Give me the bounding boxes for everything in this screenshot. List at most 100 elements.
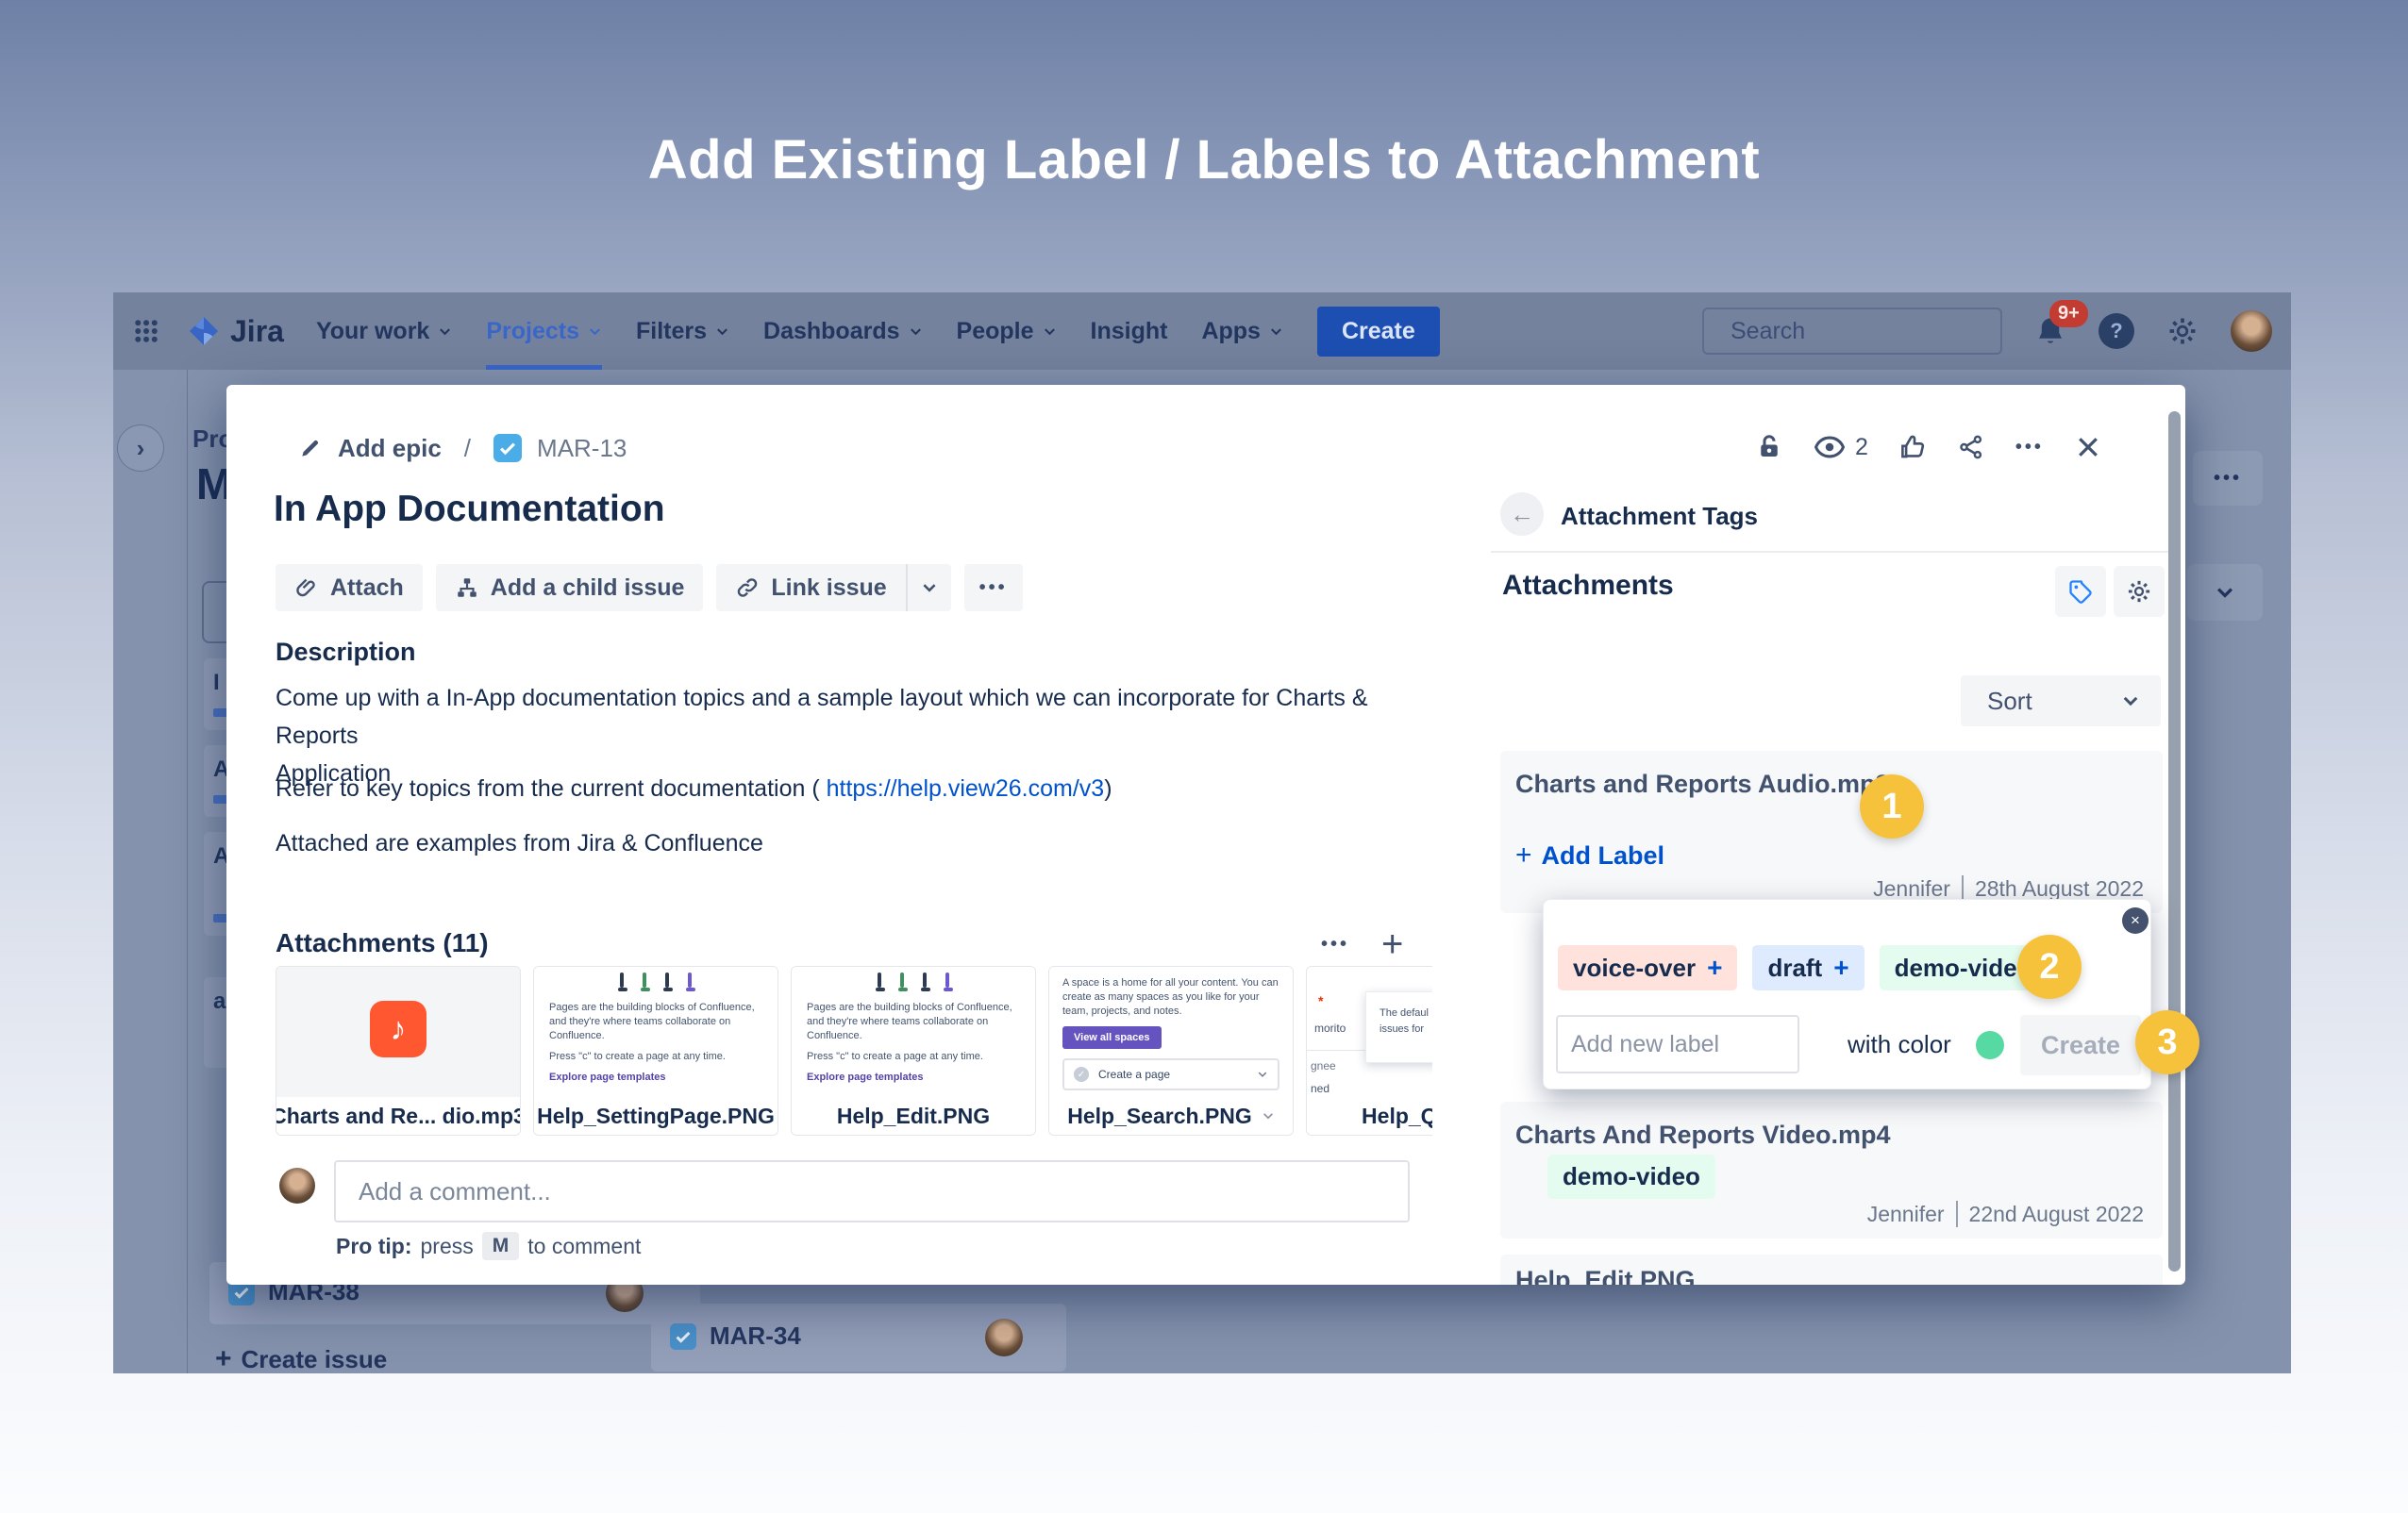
description-paragraph-3: Attached are examples from Jira & Conflu…: [276, 824, 763, 862]
issue-type-icon: [493, 434, 522, 462]
thumbnail-link: Explore page templates: [792, 1062, 1035, 1083]
link-issue-button[interactable]: Link issue: [716, 564, 905, 611]
nav-item-projects[interactable]: Projects: [486, 292, 602, 370]
page-title: Add Existing Label / Labels to Attachmen…: [0, 128, 2408, 191]
create-button[interactable]: Create: [1317, 307, 1440, 357]
lock-icon: [1755, 433, 1783, 461]
nav-item-insight[interactable]: Insight: [1091, 292, 1168, 370]
attachment-filename: Charts And Reports Video.mp4: [1515, 1121, 1891, 1150]
chevron-down-icon: [909, 324, 923, 339]
new-label-input[interactable]: [1556, 1015, 1799, 1073]
issue-modal: Add epic / MAR-13 2 •••: [226, 385, 2185, 1285]
link-issue-dropdown-button[interactable]: [906, 564, 951, 611]
sort-button[interactable]: Sort: [1961, 675, 2161, 726]
nav-item-label: Your work: [316, 318, 429, 345]
create-page-label: Create a page: [1098, 1068, 1170, 1081]
modal-header-actions: 2 •••: [1755, 424, 2102, 470]
attachment-thumbnail-edit[interactable]: Pages are the building blocks of Conflue…: [791, 966, 1036, 1136]
attach-button[interactable]: Attach: [276, 564, 423, 611]
nav-item-label: Insight: [1091, 318, 1168, 345]
app-switcher-icon[interactable]: [132, 317, 160, 345]
nav-item-filters[interactable]: Filters: [636, 292, 729, 370]
description-text: ): [1104, 775, 1112, 802]
panel-back-button[interactable]: ←: [1500, 492, 1544, 536]
attachment-card-audio: Charts and Reports Audio.mp3 + Add Label…: [1500, 751, 2163, 913]
table-cell-text: ned: [1311, 1082, 1329, 1095]
more-button[interactable]: •••: [964, 564, 1023, 611]
label-text: demo-video: [1563, 1162, 1700, 1191]
close-modal-button[interactable]: [2074, 433, 2102, 461]
help-button[interactable]: ?: [2099, 313, 2134, 349]
more-actions-button[interactable]: •••: [2015, 437, 2044, 458]
watchers-button[interactable]: 2: [1814, 431, 1868, 463]
chevron-down-icon: [1269, 324, 1283, 339]
add-tag-icon: +: [1833, 953, 1848, 983]
create-issue-button[interactable]: + Create issue: [215, 1343, 387, 1373]
chevron-down-icon: [921, 579, 938, 596]
attachment-thumbnail-quicksearch[interactable]: * morito gnee ned The defaul issues for …: [1306, 966, 1432, 1136]
chevron-down-icon: [715, 324, 729, 339]
share-button[interactable]: [1957, 433, 1985, 461]
notifications-button[interactable]: 9+: [2034, 315, 2066, 347]
user-avatar[interactable]: [2231, 310, 2272, 352]
nav-item-dashboards[interactable]: Dashboards: [763, 292, 922, 370]
attachment-date: 22nd August 2022: [1969, 1202, 2144, 1227]
label-tag-voice-over[interactable]: voice-over +: [1558, 945, 1737, 990]
attachment-thumbnail-search[interactable]: A space is a home for all your content. …: [1048, 966, 1294, 1136]
popup-close-button[interactable]: ×: [2122, 907, 2149, 934]
thumbs-up-icon: [1898, 433, 1927, 461]
add-epic-button[interactable]: Add epic: [338, 434, 442, 463]
attachment-thumbnail-setting-page[interactable]: Pages are the building blocks of Conflue…: [533, 966, 778, 1136]
board-dropdown-button[interactable]: [2187, 564, 2263, 621]
meta-separator: [1962, 875, 1964, 902]
issue-key-link[interactable]: MAR-13: [537, 434, 627, 463]
add-child-issue-button[interactable]: Add a child issue: [436, 564, 704, 611]
tooltip-text: The defaul: [1380, 1007, 1429, 1019]
attachment-caption: Help_SettingPage.PNG: [534, 1097, 778, 1135]
ellipsis-icon: •••: [2015, 437, 2044, 458]
search-input[interactable]: [1729, 317, 2036, 346]
applied-label-demo-video[interactable]: demo-video: [1547, 1155, 1715, 1199]
tag-filter-button[interactable]: [2055, 566, 2106, 617]
annotation-badge-3: 3: [2135, 1010, 2199, 1074]
create-issue-label: Create issue: [242, 1345, 388, 1374]
attachments-more-button[interactable]: •••: [1321, 934, 1349, 956]
description-paragraph-2: Refer to key topics from the current doc…: [276, 770, 1112, 807]
jira-logo[interactable]: Jira: [185, 312, 284, 350]
panel-scrollbar[interactable]: [2168, 411, 2181, 1272]
search-box[interactable]: [1702, 308, 2002, 355]
color-swatch[interactable]: [1976, 1031, 2004, 1059]
add-label-button[interactable]: + Add Label: [1515, 840, 1664, 872]
panel-settings-button[interactable]: [2114, 566, 2165, 617]
attachments-add-button[interactable]: +: [1381, 930, 1403, 958]
chevron-down-icon: [2121, 691, 2140, 710]
board-card-mar-34[interactable]: MAR-34: [651, 1304, 1066, 1372]
lock-button[interactable]: [1755, 433, 1783, 461]
nav-item-people[interactable]: People: [957, 292, 1057, 370]
sidebar-expand-button[interactable]: ›: [117, 424, 164, 472]
issue-action-buttons: Attach Add a child issue Link issue •••: [276, 564, 1023, 611]
label-tag-draft[interactable]: draft +: [1752, 945, 1864, 990]
settings-gear-icon[interactable]: [2166, 315, 2199, 347]
comment-input[interactable]: [334, 1160, 1410, 1222]
protip-text: press: [421, 1234, 474, 1259]
jira-logo-icon: [185, 312, 223, 350]
nav-item-apps[interactable]: Apps: [1201, 292, 1283, 370]
thumbnail-link: Explore page templates: [534, 1062, 778, 1083]
chevron-down-icon: [2215, 582, 2235, 603]
create-label-button[interactable]: Create: [2020, 1015, 2141, 1075]
chevron-down-icon: [1043, 324, 1057, 339]
add-label-text: Add Label: [1542, 841, 1665, 871]
label-text: voice-over: [1573, 954, 1696, 983]
like-button[interactable]: [1898, 433, 1927, 461]
with-color-label: with color: [1848, 1030, 1951, 1059]
tooltip-box: The defaul issues for: [1365, 991, 1432, 1063]
task-type-icon: [670, 1323, 696, 1350]
nav-item-your-work[interactable]: Your work: [316, 292, 452, 370]
description-link[interactable]: https://help.view26.com/v3: [827, 775, 1105, 802]
attachment-caption: Charts and Re... dio.mp3: [276, 1097, 520, 1135]
meta-separator: [1956, 1201, 1958, 1227]
chevron-down-icon: [1257, 1069, 1268, 1080]
attachment-thumbnail-audio[interactable]: ♪ Charts and Re... dio.mp3: [276, 966, 521, 1136]
board-more-button[interactable]: •••: [2193, 451, 2263, 506]
